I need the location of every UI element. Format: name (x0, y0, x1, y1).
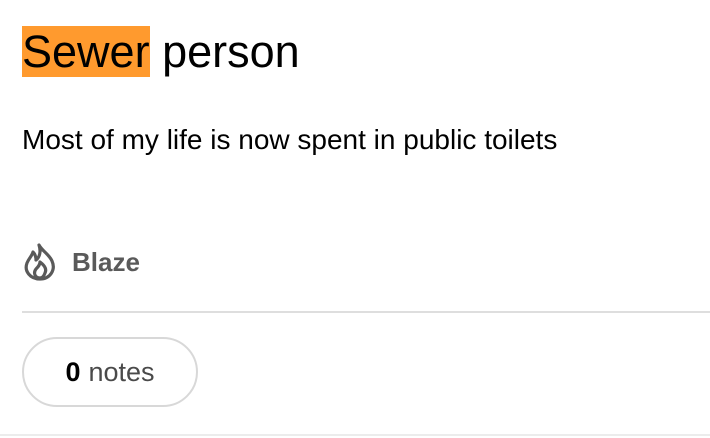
blaze-label: Blaze (72, 246, 140, 277)
title-rest: person (149, 26, 300, 77)
notes-button[interactable]: 0 notes (22, 337, 198, 407)
notes-count: 0 (65, 356, 81, 387)
notes-label: notes (88, 356, 155, 387)
post-title: Sewer person (22, 20, 300, 84)
bottom-divider (0, 434, 710, 436)
flame-icon (22, 242, 58, 282)
post-card: Sewer person Most of my life is now spen… (0, 0, 710, 438)
title-highlight: Sewer (22, 26, 150, 77)
blaze-button[interactable]: Blaze (22, 240, 140, 284)
post-body: Most of my life is now spent in public t… (22, 124, 558, 155)
divider (22, 311, 710, 313)
